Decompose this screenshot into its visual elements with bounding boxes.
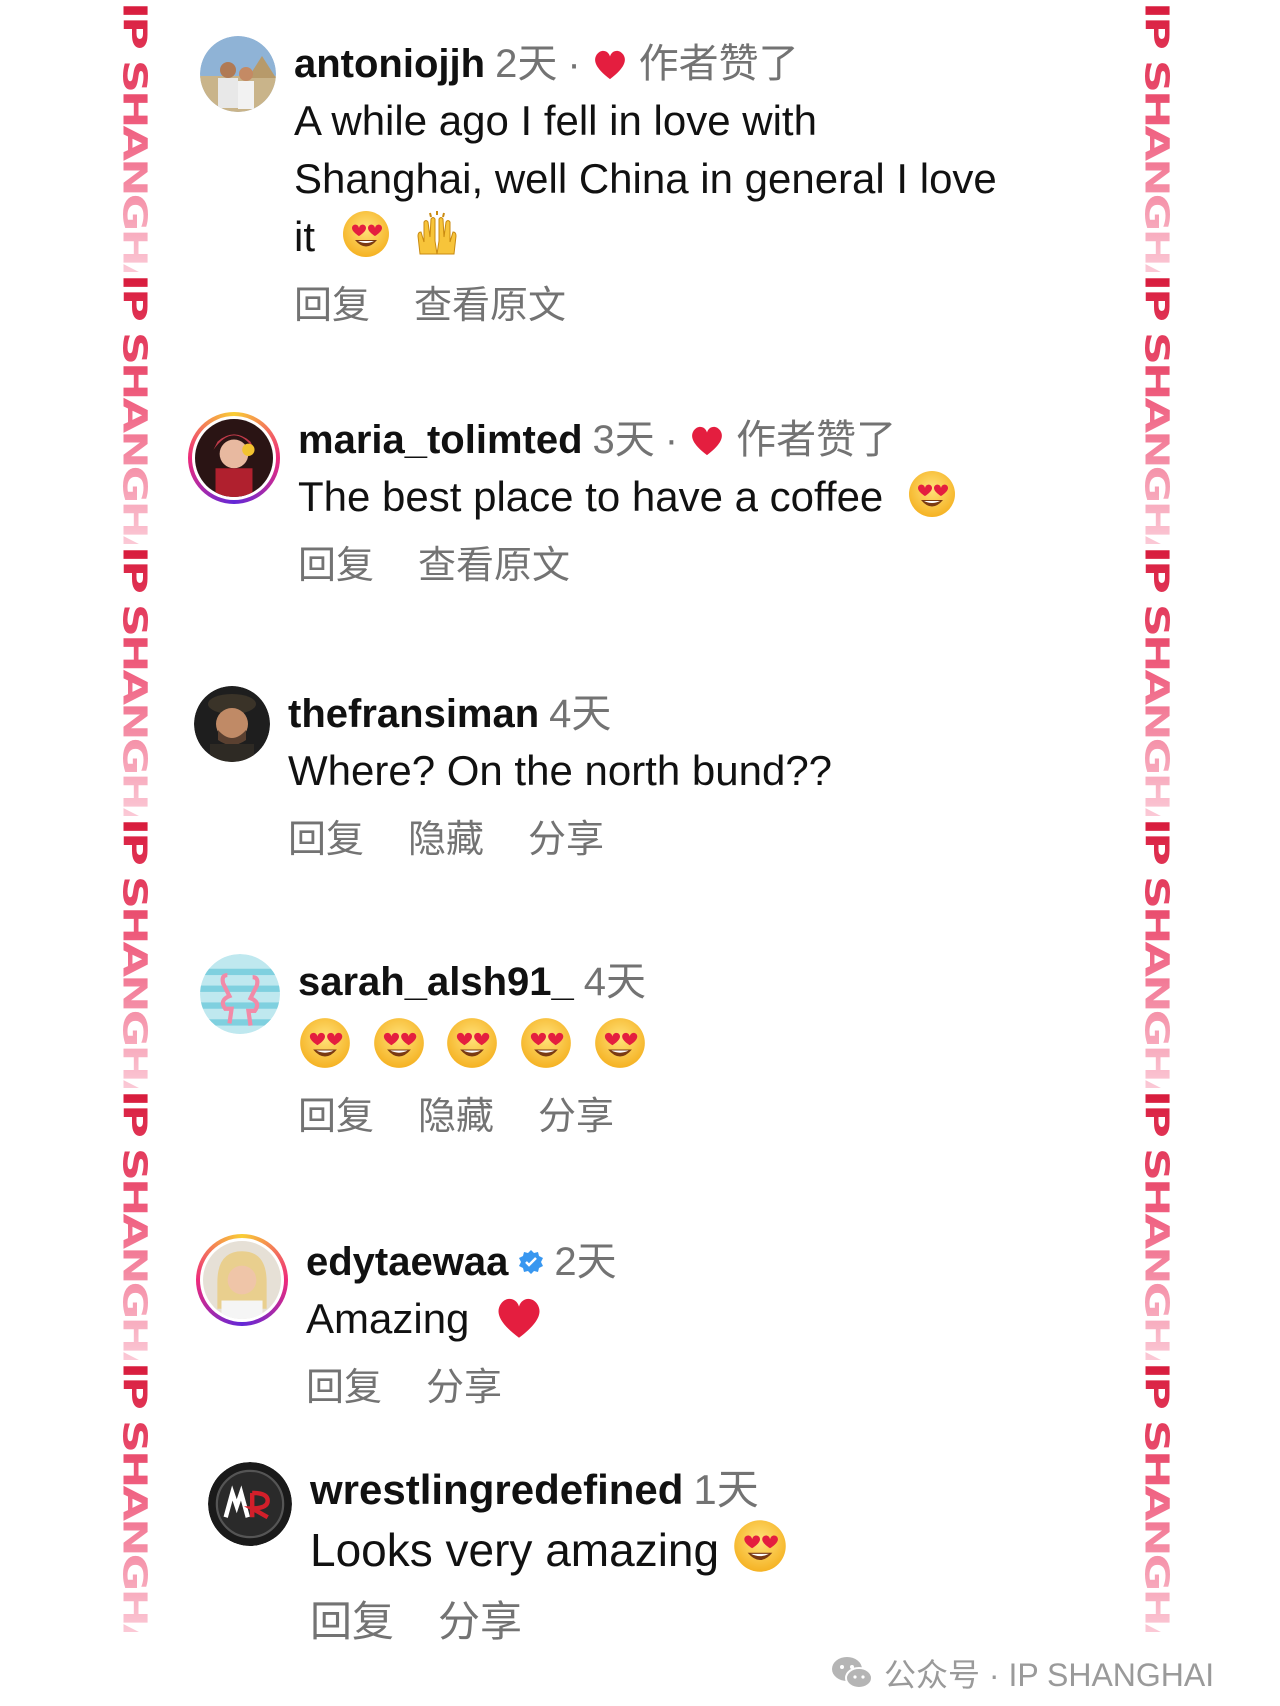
raised-hands-icon [412, 209, 462, 259]
avatar-photo-icon [200, 36, 276, 112]
username[interactable]: thefransiman [288, 686, 539, 742]
avatar[interactable] [200, 36, 276, 112]
view-original-button[interactable]: 查看原文 [418, 538, 570, 594]
username[interactable]: wrestlingredefined [310, 1462, 683, 1518]
username[interactable]: antoniojjh [294, 36, 485, 92]
heart-icon [688, 423, 726, 457]
avatar-photo-icon [195, 419, 273, 497]
comment-text: The best place to have a coffee [298, 473, 884, 520]
verified-badge-icon [519, 1250, 544, 1274]
heart-eyes-icon [593, 1016, 647, 1070]
comment-item: thefransiman 4天 Where? On the north bund… [194, 686, 832, 868]
timestamp: 4天 [549, 692, 612, 736]
comment-line: A while ago I fell in love with [294, 97, 817, 144]
watermark-strip-left: IP SHANGHAI IP SHANGHAI IP SHANGHAI IP S… [100, 0, 170, 1706]
watermark-text: IP SHANGHAI [110, 1090, 160, 1399]
watermark-text: IP SHANGHAI [110, 546, 160, 855]
timestamp: 2天 [495, 42, 558, 86]
watermark-text: IP SHANGHAI [110, 818, 160, 1127]
comment-item: edytaewaa 2天 Amazing 回复 分享 [196, 1234, 617, 1416]
flamingo-avatar-icon [200, 954, 280, 1034]
username[interactable]: edytaewaa [306, 1234, 508, 1290]
comment-item: wrestlingredefined 1天 Looks very amazing… [208, 1462, 788, 1650]
heart-icon [591, 47, 629, 81]
hide-button[interactable]: 隐藏 [408, 812, 484, 868]
reply-button[interactable]: 回复 [288, 812, 364, 868]
comment-item: antoniojjh 2天 · 作者赞了 A while ago I fell … [200, 36, 997, 334]
timestamp: 1天 [693, 1466, 759, 1513]
username[interactable]: maria_tolimted [298, 412, 583, 468]
watermark-text: IP SHANGHAI [1132, 1090, 1182, 1399]
comment-text: A while ago I fell in love with Shanghai… [294, 92, 997, 266]
heart-eyes-icon [907, 469, 957, 519]
share-button[interactable]: 分享 [528, 812, 604, 868]
watermark-text: IP SHANGHAI [1132, 818, 1182, 1127]
separator: · [664, 418, 679, 462]
watermark-strip-right: IP SHANGHAI IP SHANGHAI IP SHANGHAI IP S… [1122, 0, 1192, 1706]
username[interactable]: sarah_alsh91_ [298, 954, 574, 1010]
comment-emoji-row [298, 1016, 658, 1077]
footer-watermark: 公众号 · IP SHANGHAI [830, 1650, 1214, 1696]
footer-text: 公众号 · IP SHANGHAI [884, 1657, 1215, 1693]
heart-eyes-icon [298, 1016, 352, 1070]
watermark-text: IP SHANGHAI [110, 2, 160, 311]
reply-button[interactable]: 回复 [310, 1594, 394, 1650]
avatar[interactable] [196, 1234, 288, 1326]
wechat-icon [832, 1657, 873, 1689]
avatar[interactable] [208, 1462, 292, 1546]
comment-item: maria_tolimted 3天 · 作者赞了 The best place … [188, 412, 957, 594]
comment-item: sarah_alsh91_ 4天 回复 隐藏 分享 [200, 954, 658, 1145]
watermark-text: IP SHANGHAI [1132, 1362, 1182, 1671]
share-button[interactable]: 分享 [426, 1360, 502, 1416]
heart-eyes-icon [519, 1016, 573, 1070]
avatar-photo-icon [203, 1241, 281, 1319]
reply-button[interactable]: 回复 [306, 1360, 382, 1416]
heart-eyes-icon [445, 1016, 499, 1070]
heart-eyes-icon [372, 1016, 426, 1070]
watermark-text: IP SHANGHAI [1132, 274, 1182, 583]
view-original-button[interactable]: 查看原文 [414, 278, 566, 334]
watermark-text: IP SHANGHAI [110, 274, 160, 583]
comment-text: Amazing [306, 1295, 470, 1342]
wrestling-logo-icon [208, 1462, 292, 1546]
liked-by-author: 作者赞了 [638, 42, 799, 86]
avatar-photo-icon [194, 686, 270, 762]
separator: · [567, 42, 581, 86]
heart-eyes-icon [341, 209, 391, 259]
liked-by-author: 作者赞了 [736, 418, 897, 462]
avatar[interactable] [194, 686, 270, 762]
hide-button[interactable]: 隐藏 [418, 1089, 494, 1145]
reply-button[interactable]: 回复 [294, 278, 370, 334]
watermark-text: IP SHANGHAI [1132, 2, 1182, 311]
reply-button[interactable]: 回复 [298, 1089, 374, 1145]
watermark-text: IP SHANGHAI [110, 1362, 160, 1671]
comment-line: Shanghai, well China in general I love [294, 155, 997, 202]
timestamp: 3天 [592, 418, 655, 462]
avatar[interactable] [188, 412, 280, 504]
reply-button[interactable]: 回复 [298, 538, 374, 594]
comment-text: Where? On the north bund?? [288, 747, 833, 794]
share-button[interactable]: 分享 [438, 1594, 522, 1650]
comment-text: Looks very amazing [310, 1524, 720, 1576]
comment-line: it [294, 213, 315, 260]
red-heart-icon [493, 1293, 545, 1341]
avatar[interactable] [200, 954, 280, 1034]
heart-eyes-icon [732, 1518, 788, 1574]
watermark-text: IP SHANGHAI [1132, 546, 1182, 855]
timestamp: 2天 [554, 1240, 617, 1284]
timestamp: 4天 [583, 960, 647, 1004]
share-button[interactable]: 分享 [538, 1089, 614, 1145]
